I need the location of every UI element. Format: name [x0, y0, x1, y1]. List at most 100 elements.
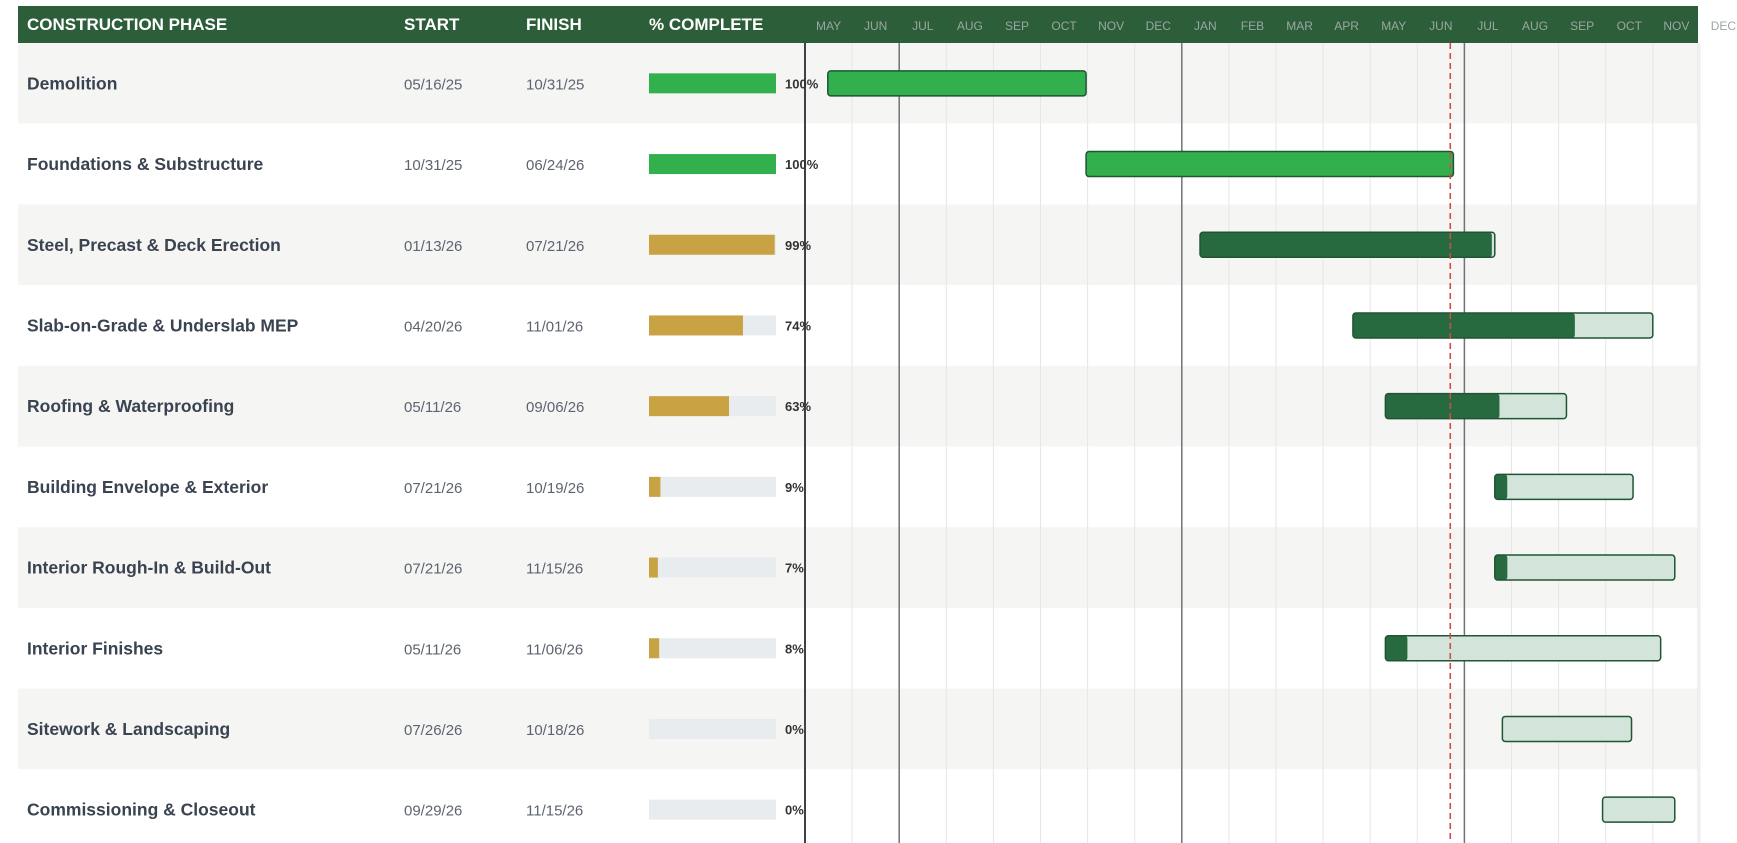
- finish-date: 07/21/26: [526, 238, 584, 255]
- row-background: [18, 688, 1698, 770]
- phase-name: Building Envelope & Exterior: [27, 477, 268, 497]
- bar-progress: [1494, 555, 1508, 581]
- month-label: MAY: [816, 19, 841, 33]
- header-finish: FINISH: [526, 15, 582, 34]
- month-label: AUG: [957, 19, 983, 33]
- month-label: OCT: [1051, 19, 1077, 33]
- bar-progress: [1385, 635, 1408, 661]
- start-date: 05/11/26: [404, 641, 461, 658]
- percent-label: 99%: [785, 238, 811, 253]
- progress-fill: [649, 638, 660, 659]
- progress-fill: [649, 234, 775, 255]
- row-background: [18, 769, 1698, 843]
- bar-progress: [1385, 393, 1500, 419]
- month-label: DEC: [1146, 19, 1172, 33]
- task-bar: [1085, 150, 1455, 178]
- progress-track: [649, 638, 776, 659]
- phase-name: Interior Rough-In & Build-Out: [27, 558, 271, 578]
- phase-name: Commissioning & Closeout: [27, 800, 256, 820]
- month-label: NOV: [1098, 19, 1124, 33]
- month-label: NOV: [1663, 19, 1689, 33]
- task-bar: [1384, 392, 1568, 420]
- progress-fill: [649, 396, 730, 417]
- month-label: AUG: [1522, 19, 1548, 33]
- finish-date: 11/15/26: [526, 561, 583, 578]
- finish-date: 06/24/26: [526, 157, 584, 174]
- start-date: 07/26/26: [404, 722, 462, 739]
- progress-fill: [649, 476, 661, 497]
- month-label: JUL: [912, 19, 934, 33]
- row-background: [18, 446, 1698, 528]
- bar-progress: [1200, 232, 1492, 258]
- start-date: 09/29/26: [404, 803, 462, 820]
- start-date: 07/21/26: [404, 561, 462, 578]
- month-label: OCT: [1617, 19, 1643, 33]
- phase-name: Roofing & Waterproofing: [27, 396, 234, 416]
- progress-track: [649, 476, 776, 497]
- start-date: 05/16/25: [404, 76, 462, 93]
- start-date: 10/31/25: [404, 157, 462, 174]
- task-bar: [1494, 473, 1634, 501]
- bar-remaining: [1494, 555, 1675, 581]
- task-bar: [1601, 796, 1676, 823]
- bar-progress: [1352, 312, 1575, 338]
- table-header: CONSTRUCTION PHASE START FINISH % COMPLE…: [18, 6, 1736, 43]
- month-label: JUN: [864, 19, 887, 33]
- progress-track: [649, 557, 776, 578]
- header-percent-complete: % COMPLETE: [649, 15, 763, 34]
- start-date: 04/20/26: [404, 318, 462, 335]
- progress-track: [649, 718, 776, 739]
- month-label: JUL: [1477, 19, 1499, 33]
- percent-label: 74%: [785, 318, 811, 333]
- finish-date: 11/15/26: [526, 803, 583, 820]
- month-label: FEB: [1241, 19, 1264, 33]
- bar-remaining: [827, 70, 1087, 96]
- phase-name: Demolition: [27, 73, 117, 93]
- percent-label: 0%: [785, 722, 804, 737]
- phase-name: Steel, Precast & Deck Erection: [27, 235, 281, 255]
- start-date: 05/11/26: [404, 399, 461, 416]
- gantt-chart: CONSTRUCTION PHASE START FINISH % COMPLE…: [18, 6, 1736, 843]
- bar-progress: [1494, 474, 1508, 500]
- finish-date: 11/06/26: [526, 641, 583, 658]
- bar-remaining: [1385, 635, 1661, 661]
- month-label: MAR: [1286, 19, 1313, 33]
- progress-fill: [649, 315, 743, 336]
- phase-name: Slab-on-Grade & Underslab MEP: [27, 315, 299, 335]
- finish-date: 10/31/25: [526, 76, 584, 93]
- percent-label: 100%: [785, 157, 819, 172]
- task-bar: [827, 70, 1087, 97]
- header-phase: CONSTRUCTION PHASE: [27, 15, 227, 34]
- month-label: MAY: [1381, 19, 1406, 33]
- progress-fill: [649, 557, 658, 578]
- finish-date: 11/01/26: [526, 318, 583, 335]
- percent-label: 9%: [785, 480, 804, 495]
- progress-fill: [649, 73, 776, 94]
- task-bar: [1384, 635, 1662, 662]
- phase-name: Foundations & Substructure: [27, 154, 264, 174]
- month-label: APR: [1334, 19, 1359, 33]
- bar-remaining: [1602, 797, 1675, 823]
- bar-remaining: [1086, 151, 1454, 177]
- percent-label: 100%: [785, 76, 819, 91]
- month-label: SEP: [1005, 19, 1029, 33]
- finish-date: 10/19/26: [526, 480, 584, 497]
- finish-date: 10/18/26: [526, 722, 584, 739]
- task-bar: [1352, 312, 1654, 339]
- finish-date: 09/06/26: [526, 399, 584, 416]
- progress-track: [649, 799, 776, 820]
- percent-label: 63%: [785, 399, 811, 414]
- start-date: 07/21/26: [404, 480, 462, 497]
- phase-name: Interior Finishes: [27, 638, 163, 658]
- start-date: 01/13/26: [404, 238, 462, 255]
- task-bar: [1494, 554, 1676, 581]
- header-start: START: [404, 15, 460, 34]
- month-label: JUN: [1429, 19, 1452, 33]
- percent-label: 0%: [785, 803, 804, 818]
- phase-name: Sitework & Landscaping: [27, 719, 230, 739]
- month-label: DEC: [1711, 19, 1737, 33]
- percent-label: 7%: [785, 561, 804, 576]
- progress-fill: [649, 154, 776, 175]
- month-label: SEP: [1570, 19, 1594, 33]
- task-bar: [1501, 715, 1633, 743]
